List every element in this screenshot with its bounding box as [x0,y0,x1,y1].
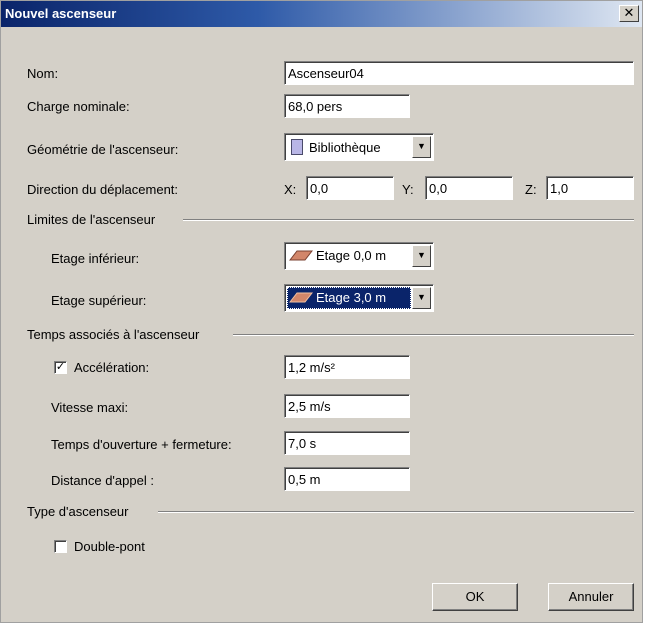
direction-label: Direction du déplacement: [27,182,179,197]
door-time-field[interactable]: 7,0 s [284,431,410,455]
direction-z-label: Z: [525,182,537,197]
double-deck-checkbox[interactable] [54,540,67,553]
door-time-label: Temps d'ouverture + fermeture: [51,437,232,452]
geometry-selected: Bibliothèque [287,136,411,158]
upper-floor-value: Etage 3,0 m [316,290,387,305]
geometry-value: Bibliothèque [309,140,381,155]
direction-y-field[interactable]: 0,0 [425,176,513,200]
direction-z-field[interactable]: 1,0 [546,176,634,200]
ok-button[interactable]: OK [432,583,518,611]
double-deck-label: Double-pont [74,539,145,554]
upper-floor-dropdown[interactable]: Etage 3,0 m ▼ [284,284,434,312]
floor-icon [289,292,313,303]
type-group-divider [158,511,634,513]
direction-x-label: X: [284,182,297,197]
close-icon: ✕ [623,5,635,20]
direction-y-label: Y: [402,182,414,197]
checkmark-icon: ✓ [55,361,66,373]
name-label: Nom: [27,66,59,81]
chevron-down-icon[interactable]: ▼ [412,136,431,158]
upper-floor-label: Etage supérieur: [51,293,147,308]
floor-icon [289,250,313,261]
chevron-down-icon[interactable]: ▼ [412,245,431,267]
timing-group-divider [233,334,634,336]
call-distance-label: Distance d'appel : [51,473,154,488]
geometry-label: Géométrie de l'ascenseur: [27,142,179,157]
lower-floor-label: Etage inférieur: [51,251,140,266]
new-elevator-dialog: Nouvel ascenseur ✕ Nom: Ascenseur04 Char… [0,0,643,623]
title-bar[interactable]: Nouvel ascenseur ✕ [1,1,642,27]
acceleration-field[interactable]: 1,2 m/s² [284,355,410,379]
call-distance-field[interactable]: 0,5 m [284,467,410,491]
geometry-dropdown[interactable]: Bibliothèque ▼ [284,133,434,161]
timing-group-title: Temps associés à l'ascenseur [27,327,200,342]
upper-floor-selected: Etage 3,0 m [287,287,411,309]
type-group-title: Type d'ascenseur [27,504,129,519]
chevron-down-icon[interactable]: ▼ [412,287,431,309]
lower-floor-selected: Etage 0,0 m [287,245,411,267]
dialog-title: Nouvel ascenseur [5,6,117,21]
acceleration-checkbox[interactable]: ✓ [54,361,67,374]
lower-floor-dropdown[interactable]: Etage 0,0 m ▼ [284,242,434,270]
direction-x-field[interactable]: 0,0 [306,176,394,200]
close-button[interactable]: ✕ [619,5,639,22]
name-field[interactable]: Ascenseur04 [284,61,634,85]
max-speed-field[interactable]: 2,5 m/s [284,394,410,418]
limits-group-title: Limites de l'ascenseur [27,212,156,227]
limits-group-divider [183,219,634,221]
rated-load-label: Charge nominale: [27,99,130,114]
geometry-color-swatch-icon [291,139,303,155]
cancel-button[interactable]: Annuler [548,583,634,611]
lower-floor-value: Etage 0,0 m [316,248,387,263]
max-speed-label: Vitesse maxi: [51,400,129,415]
rated-load-field[interactable]: 68,0 pers [284,94,410,118]
acceleration-label: Accélération: [74,360,150,375]
